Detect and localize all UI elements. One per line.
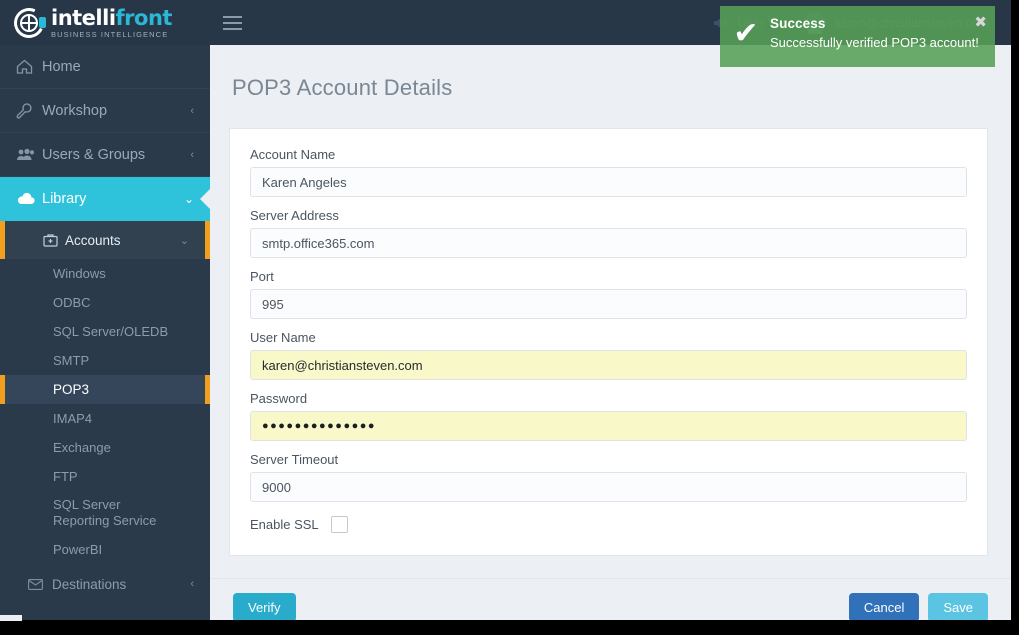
chevron-left-icon: ‹ <box>190 148 194 161</box>
main-content: POP3 Account Details Account Name Server… <box>210 45 1011 620</box>
chevron-left-icon: ‹ <box>190 104 194 117</box>
toast-title: Success <box>770 16 826 31</box>
field-server-address: Server Address <box>250 208 967 258</box>
sidebar-item-home[interactable]: Home <box>0 45 210 89</box>
field-user-name: User Name <box>250 330 967 380</box>
window-edge-right <box>1011 0 1019 635</box>
globe-logo-icon <box>9 3 49 42</box>
field-label: Password <box>250 391 308 406</box>
field-port: Port <box>250 269 967 319</box>
sidebar-item-sql-server-oledb[interactable]: SQL Server/OLEDB <box>0 317 210 346</box>
sidebar-item-label: Home <box>42 58 81 75</box>
account-details-form: Account Name Server Address Port User Na… <box>229 128 988 556</box>
field-label: User Name <box>250 330 316 345</box>
sidebar-item-ftp[interactable]: FTP <box>0 462 210 491</box>
password-input[interactable] <box>250 411 967 441</box>
field-label: Port <box>250 269 274 284</box>
enable-ssl-checkbox[interactable] <box>330 516 348 533</box>
sidebar-item-imap4[interactable]: IMAP4 <box>0 404 210 433</box>
sidebar-item-sql-server-reporting-service[interactable]: SQL Server Reporting Service <box>0 491 210 535</box>
field-label: Account Name <box>250 147 336 162</box>
sidebar-item-odbc[interactable]: ODBC <box>0 288 210 317</box>
save-button[interactable]: Save <box>928 592 988 622</box>
sidebar-group-accounts[interactable]: Accounts ⌄ <box>0 221 210 259</box>
chevron-down-icon: ⌄ <box>179 234 189 247</box>
close-icon[interactable]: ✖ <box>974 15 987 30</box>
users-icon <box>16 148 42 162</box>
field-label: Server Address <box>250 208 339 223</box>
sidebar-item-users-groups[interactable]: Users & Groups ‹ <box>0 133 210 177</box>
sidebar-item-label: Workshop <box>42 102 108 119</box>
sidebar-item-pop3[interactable]: POP3 <box>0 375 210 404</box>
field-server-timeout: Server Timeout <box>250 452 967 502</box>
application-window: intellifront BUSINESS INTELLIGENCE User … <box>0 0 1019 635</box>
sidebar-item-library[interactable]: Library ⌄ <box>0 177 210 221</box>
server-address-input[interactable] <box>250 228 967 258</box>
check-icon: ✔ <box>733 16 759 51</box>
server-timeout-input[interactable] <box>250 472 967 502</box>
sidebar-item-label: Destinations <box>52 576 127 592</box>
home-icon <box>16 59 42 74</box>
envelope-icon <box>28 578 52 590</box>
cancel-button[interactable]: Cancel <box>848 592 920 622</box>
verify-button[interactable]: Verify <box>233 592 296 622</box>
chevron-left-icon: ‹ <box>190 578 194 590</box>
sidebar-item-label: Library <box>42 191 87 207</box>
sidebar-item-label: Users & Groups <box>42 146 146 163</box>
window-edge-bottom <box>0 615 1019 635</box>
briefcase-icon <box>43 233 65 247</box>
sidebar-item-smtp[interactable]: SMTP <box>0 346 210 375</box>
sidebar-item-destinations[interactable]: Destinations ‹ <box>0 568 210 600</box>
field-enable-ssl: Enable SSL <box>250 516 967 533</box>
sidebar-item-workshop[interactable]: Workshop ‹ <box>0 89 210 133</box>
wrench-icon <box>16 102 42 119</box>
field-label: Enable SSL <box>250 517 319 532</box>
sidebar-navigation: Home Workshop ‹ Users & Groups ‹ Library… <box>0 45 210 620</box>
success-toast[interactable]: ✔ Success Successfully verified POP3 acc… <box>720 6 995 67</box>
sidebar-item-windows[interactable]: Windows <box>0 259 210 288</box>
sidebar-item-exchange[interactable]: Exchange <box>0 433 210 462</box>
sidebar-group-label: Accounts <box>65 232 121 248</box>
brand-subtitle: BUSINESS INTELLIGENCE <box>51 30 169 40</box>
brand-word-primary: intelli <box>51 6 116 31</box>
chevron-down-icon: ⌄ <box>183 192 194 206</box>
hamburger-menu-icon[interactable] <box>210 0 254 45</box>
toast-message: Successfully verified POP3 account! <box>770 35 979 50</box>
brand-logo[interactable]: intellifront BUSINESS INTELLIGENCE <box>0 0 210 45</box>
field-label: Server Timeout <box>250 452 339 467</box>
field-account-name: Account Name <box>250 147 967 197</box>
account-name-input[interactable] <box>250 167 967 197</box>
field-password: Password <box>250 391 967 441</box>
user-name-input[interactable] <box>250 350 967 380</box>
port-input[interactable] <box>250 289 967 319</box>
sidebar-item-powerbi[interactable]: PowerBI <box>0 535 210 564</box>
brand-word-accent: front <box>115 6 173 31</box>
cloud-icon <box>16 192 42 206</box>
